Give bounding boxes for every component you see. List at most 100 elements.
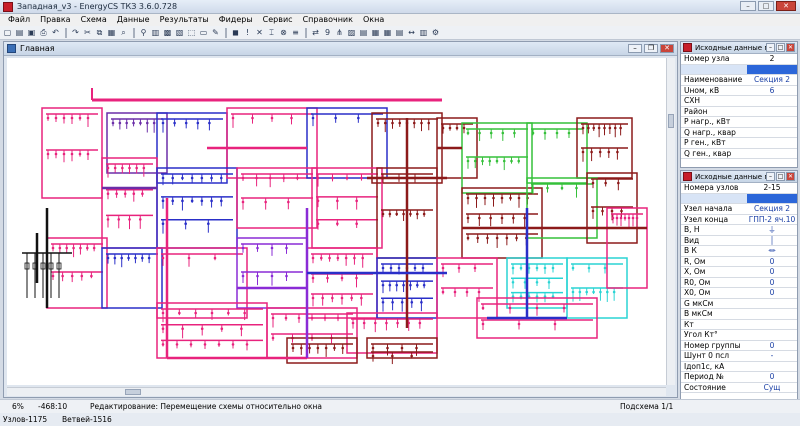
color-icon[interactable]: ◼ [230,27,241,38]
arrows-icon[interactable]: ↔ [406,27,417,38]
branch-row[interactable]: В, Н ⏚ [681,225,797,236]
vertical-scroll-thumb[interactable] [668,114,674,128]
select-icon[interactable]: ⬚ [186,27,197,38]
close-button[interactable]: ✕ [776,1,796,11]
branch-row[interactable]: Угол Кт° [681,330,797,341]
branch-row[interactable]: B мкСм [681,309,797,320]
branch-property-value[interactable] [747,193,797,203]
scheme-canvas[interactable] [7,58,666,385]
chart-icon[interactable]: ▥ [418,27,429,38]
horizontal-scrollbar[interactable] [7,387,666,396]
vertical-scrollbar[interactable] [666,58,675,385]
branch-property-value[interactable]: 2-15 [747,183,797,193]
layers-icon[interactable]: ▥ [150,27,161,38]
branch-property-value[interactable]: 0 [747,341,797,351]
node-property-value[interactable]: Секция 2 [747,75,797,85]
branch-property-value[interactable] [747,299,797,309]
node-row[interactable] [681,64,797,75]
menu-scheme[interactable]: Схема [76,14,112,26]
copy-icon[interactable]: ⧉ [94,27,105,38]
branch-row[interactable]: Период № 0 [681,372,797,383]
electrical-scheme-diagram[interactable] [7,58,666,385]
open-icon[interactable]: ▤ [14,27,25,38]
rect-icon[interactable]: ▭ [198,27,209,38]
menu-data[interactable]: Данные [112,14,155,26]
node-panel-close-button[interactable]: ✕ [786,43,795,52]
minimize-button[interactable]: – [740,1,756,11]
report-icon[interactable]: ▤ [394,27,405,38]
horizontal-scroll-thumb[interactable] [125,389,141,395]
branch-panel-close-button[interactable]: ✕ [786,172,795,181]
branch-property-value[interactable]: 0 [747,372,797,382]
branch-row[interactable]: Вид │ [681,236,797,246]
transformer-icon[interactable]: ⊗ [278,27,289,38]
branch-row[interactable]: Iдоп1с, кА [681,362,797,372]
branch-row[interactable]: Узел начала Секция 2 [681,204,797,215]
branch-row[interactable]: В К ⏛ [681,246,797,257]
branch-row[interactable]: G мкСм [681,299,797,309]
node-property-value[interactable] [747,117,797,127]
branch-property-value[interactable]: ГПП-2 яч.10 [747,215,797,225]
maximize-button[interactable]: □ [758,1,774,11]
save-icon[interactable]: ▣ [26,27,37,38]
pen-icon[interactable]: ✎ [210,27,221,38]
grid-icon[interactable]: ▩ [162,27,173,38]
node-property-value[interactable] [747,96,797,106]
node-row[interactable]: Наименование Секция 2 [681,75,797,86]
mdi-close-button[interactable]: ✕ [660,44,674,53]
node-property-value[interactable]: 2 [747,54,797,64]
doc-icon[interactable]: ▤ [358,27,369,38]
branch-row[interactable] [681,193,797,204]
node-row[interactable]: Q нагр., квар [681,128,797,138]
mdi-restore-button[interactable]: ❐ [644,44,658,53]
branch-property-value[interactable]: Сущ [747,383,797,393]
node-property-value[interactable] [747,138,797,148]
branch-row[interactable]: Узел конца ГПП-2 яч.10 [681,215,797,225]
switch-icon[interactable]: ⌶ [266,27,277,38]
node-row[interactable]: СХН [681,96,797,107]
tree-icon[interactable]: ⋔ [334,27,345,38]
find-icon[interactable]: ⚲ [138,27,149,38]
branch-property-value[interactable]: - [747,351,797,361]
menu-file[interactable]: Файл [3,14,35,26]
branch-row[interactable]: Шунт 0 псл - [681,351,797,362]
branch-row[interactable]: R, Ом 0 [681,257,797,267]
redo-icon[interactable]: ↷ [70,27,81,38]
nine-icon[interactable]: 9 [322,27,333,38]
branch-row[interactable]: Номера узлов 2-15 [681,183,797,194]
node-property-value[interactable] [747,64,797,74]
settings-icon[interactable]: ⚙ [430,27,441,38]
branch-property-value[interactable]: 0 [747,267,797,277]
menu-results[interactable]: Результаты [155,14,214,26]
menu-reference[interactable]: Справочник [298,14,358,26]
calc-icon[interactable]: ▦ [370,27,381,38]
table-icon[interactable]: ▦ [382,27,393,38]
node-row[interactable]: P ген., кВт [681,138,797,149]
branch-property-value[interactable] [747,309,797,319]
branch-row[interactable]: Кт [681,320,797,330]
scale-icon[interactable]: ▧ [174,27,185,38]
paste-icon[interactable]: ▦ [106,27,117,38]
branch-panel-minimize-button[interactable]: – [766,172,775,181]
info-icon[interactable]: ! [242,27,253,38]
cut-icon[interactable]: ✂ [82,27,93,38]
mdi-minimize-button[interactable]: – [628,44,642,53]
branch-property-value[interactable] [747,320,797,330]
branch-property-value[interactable]: Секция 2 [747,204,797,214]
branch-row[interactable]: Состояние Сущ [681,383,797,393]
branch-row[interactable]: X, Ом 0 [681,267,797,278]
node-row[interactable]: Q ген., квар [681,149,797,159]
binoculars-icon[interactable]: ⌕ [118,27,129,38]
print-icon[interactable]: ⎙ [38,27,49,38]
branch-property-value[interactable]: 0 [747,288,797,298]
node-property-value[interactable]: 6 [747,86,797,96]
node-row[interactable]: Номер узла 2 [681,54,797,65]
node-row[interactable]: Район [681,107,797,117]
node-property-value[interactable] [747,128,797,138]
branch-property-value[interactable]: 0 [747,257,797,267]
breaker-icon[interactable]: ✕ [254,27,265,38]
branch-row[interactable]: R0, Ом 0 [681,278,797,288]
menu-feeders[interactable]: Фидеры [214,14,258,26]
branch-panel-maximize-button[interactable]: □ [776,172,785,181]
node-row[interactable]: P нагр., кВт [681,117,797,128]
